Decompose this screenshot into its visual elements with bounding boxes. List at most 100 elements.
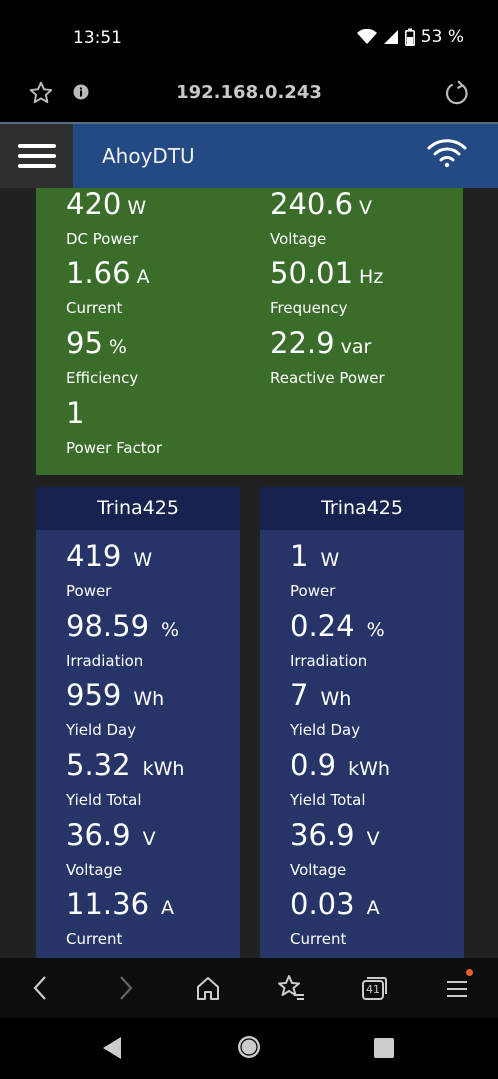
wifi-icon bbox=[427, 139, 467, 168]
url-text[interactable]: 192.168.0.243 bbox=[0, 82, 498, 103]
metric-unit: % bbox=[108, 336, 127, 358]
tabs-button[interactable]: 41 bbox=[358, 973, 388, 1003]
metric-label: Yield Total bbox=[66, 791, 142, 809]
metric-label: Irradiation bbox=[290, 652, 368, 670]
metric-value: 5.32 bbox=[66, 748, 131, 782]
panel-metric-voltage: 36.9 V Voltage bbox=[66, 819, 156, 879]
metric-label: Power bbox=[290, 582, 336, 600]
metric-label: Voltage bbox=[290, 861, 347, 879]
signal-icon bbox=[383, 30, 398, 44]
menu-button[interactable] bbox=[0, 124, 73, 188]
metric-label: Irradiation bbox=[66, 652, 144, 670]
metric-unit: A bbox=[161, 897, 175, 919]
panel-metric-yield-day: 7 Wh Yield Day bbox=[290, 679, 360, 739]
metric-label: Voltage bbox=[66, 861, 123, 879]
panel-title: Trina425 bbox=[260, 487, 464, 530]
panel-metric-yield-day: 959 Wh Yield Day bbox=[66, 679, 164, 739]
metric-unit: W bbox=[127, 197, 147, 219]
browser-url-bar: 192.168.0.243 bbox=[0, 78, 498, 122]
metric-unit: V bbox=[359, 197, 373, 219]
metric-label: Current bbox=[290, 930, 347, 948]
status-time: 13:51 bbox=[73, 28, 122, 48]
metric-label: Efficiency bbox=[66, 369, 139, 387]
metric-label: Current bbox=[66, 299, 123, 317]
metric-label: Reactive Power bbox=[270, 369, 385, 387]
metric-label: Current bbox=[66, 930, 123, 948]
panel-metric-irradiation: 0.24% Irradiation bbox=[290, 610, 385, 670]
panel-metric-power: 1W Power bbox=[290, 540, 339, 600]
metric-unit: Wh bbox=[133, 688, 165, 710]
panel-metric-irradiation: 98.59% Irradiation bbox=[66, 610, 179, 670]
hamburger-menu-icon bbox=[17, 144, 56, 168]
metric-value: 98.59 bbox=[66, 609, 150, 643]
metric-unit: A bbox=[136, 266, 150, 288]
back-icon[interactable] bbox=[29, 973, 53, 1003]
panel-card-2: Trina425 1W Power 0.24% Irradiation 7 Wh … bbox=[260, 487, 464, 958]
system-nav-bar bbox=[0, 1018, 498, 1079]
metric-unit: kWh bbox=[348, 758, 390, 780]
inverter-total-card: 420 W DC Power 240.6 V Voltage 1.66 A Curre… bbox=[36, 188, 463, 475]
metric-power-factor: 1 Power Factor bbox=[66, 397, 162, 457]
metric-label: Voltage bbox=[270, 230, 327, 248]
metric-value: 7 bbox=[290, 678, 309, 712]
metric-unit: W bbox=[320, 549, 340, 571]
forward-icon[interactable] bbox=[113, 973, 137, 1003]
metric-label: Yield Day bbox=[66, 721, 137, 739]
metric-value: 22.9 bbox=[270, 326, 335, 360]
metric-unit: Wh bbox=[320, 688, 352, 710]
panel-metric-yield-total: 5.32 kWh Yield Total bbox=[66, 749, 184, 809]
metric-current: 1.66 A Current bbox=[66, 257, 150, 317]
main-content: 420 W DC Power 240.6 V Voltage 1.66 A Curre… bbox=[0, 188, 498, 958]
metric-value: 240.6 bbox=[270, 188, 354, 221]
panel-metric-yield-total: 0.9 kWh Yield Total bbox=[290, 749, 390, 809]
metric-value: 95 bbox=[66, 326, 103, 360]
metric-unit: V bbox=[142, 828, 156, 850]
metric-unit: W bbox=[133, 549, 153, 571]
metric-label: Power Factor bbox=[66, 439, 163, 457]
metric-unit: A bbox=[366, 897, 380, 919]
browser-menu-button[interactable] bbox=[444, 969, 473, 1003]
metric-value: 0.03 bbox=[290, 887, 355, 921]
app-header: AhoyDTU bbox=[0, 122, 498, 188]
system-back-icon[interactable] bbox=[102, 1036, 122, 1060]
tab-count: 41 bbox=[366, 983, 380, 996]
panel-metric-current: 0.03 A Current bbox=[290, 888, 380, 948]
system-recents-icon[interactable] bbox=[374, 1038, 394, 1058]
bookmarks-icon[interactable] bbox=[276, 973, 306, 1003]
metric-value: 419 bbox=[66, 539, 122, 573]
metric-unit: var bbox=[340, 336, 372, 358]
metric-label: Yield Day bbox=[290, 721, 361, 739]
browser-bottom-nav: 41 bbox=[0, 958, 498, 1018]
metric-unit: V bbox=[366, 828, 380, 850]
metric-voltage: 240.6 V Voltage bbox=[270, 188, 372, 248]
metric-value: 1 bbox=[66, 396, 85, 430]
battery-icon bbox=[404, 28, 415, 46]
status-bar: 13:51 53 % bbox=[0, 0, 498, 78]
metric-value: 420 bbox=[66, 188, 122, 221]
panel-metric-power: 419 W Power bbox=[66, 540, 152, 600]
home-icon[interactable] bbox=[194, 973, 222, 1003]
metric-frequency: 50.01 Hz Frequency bbox=[270, 257, 383, 317]
system-home-icon[interactable] bbox=[237, 1035, 261, 1059]
metric-value: 0.9 bbox=[290, 748, 337, 782]
panel-card-1: Trina425 419 W Power 98.59% Irradiation 9… bbox=[36, 487, 240, 958]
metric-value: 0.24 bbox=[290, 609, 355, 643]
metric-value: 1.66 bbox=[66, 256, 131, 290]
metric-label: Frequency bbox=[270, 299, 348, 317]
panel-metric-voltage: 36.9 V Voltage bbox=[290, 819, 380, 879]
panel-metric-current: 11.36 A Current bbox=[66, 888, 174, 948]
metric-value: 1 bbox=[290, 539, 309, 573]
metric-value: 36.9 bbox=[290, 818, 355, 852]
metric-reactive-power: 22.9 var Reactive Power bbox=[270, 327, 385, 387]
metric-value: 36.9 bbox=[66, 818, 131, 852]
metric-value: 959 bbox=[66, 678, 122, 712]
metric-label: DC Power bbox=[66, 230, 139, 248]
metric-unit: % bbox=[161, 619, 180, 641]
metric-unit: % bbox=[366, 619, 385, 641]
menu-icon bbox=[447, 981, 467, 997]
reload-icon[interactable] bbox=[444, 80, 470, 106]
app-title: AhoyDTU bbox=[102, 144, 195, 168]
wifi-icon bbox=[356, 29, 377, 44]
battery-percent: 53 % bbox=[420, 27, 464, 47]
status-icons: 53 % bbox=[356, 27, 464, 47]
